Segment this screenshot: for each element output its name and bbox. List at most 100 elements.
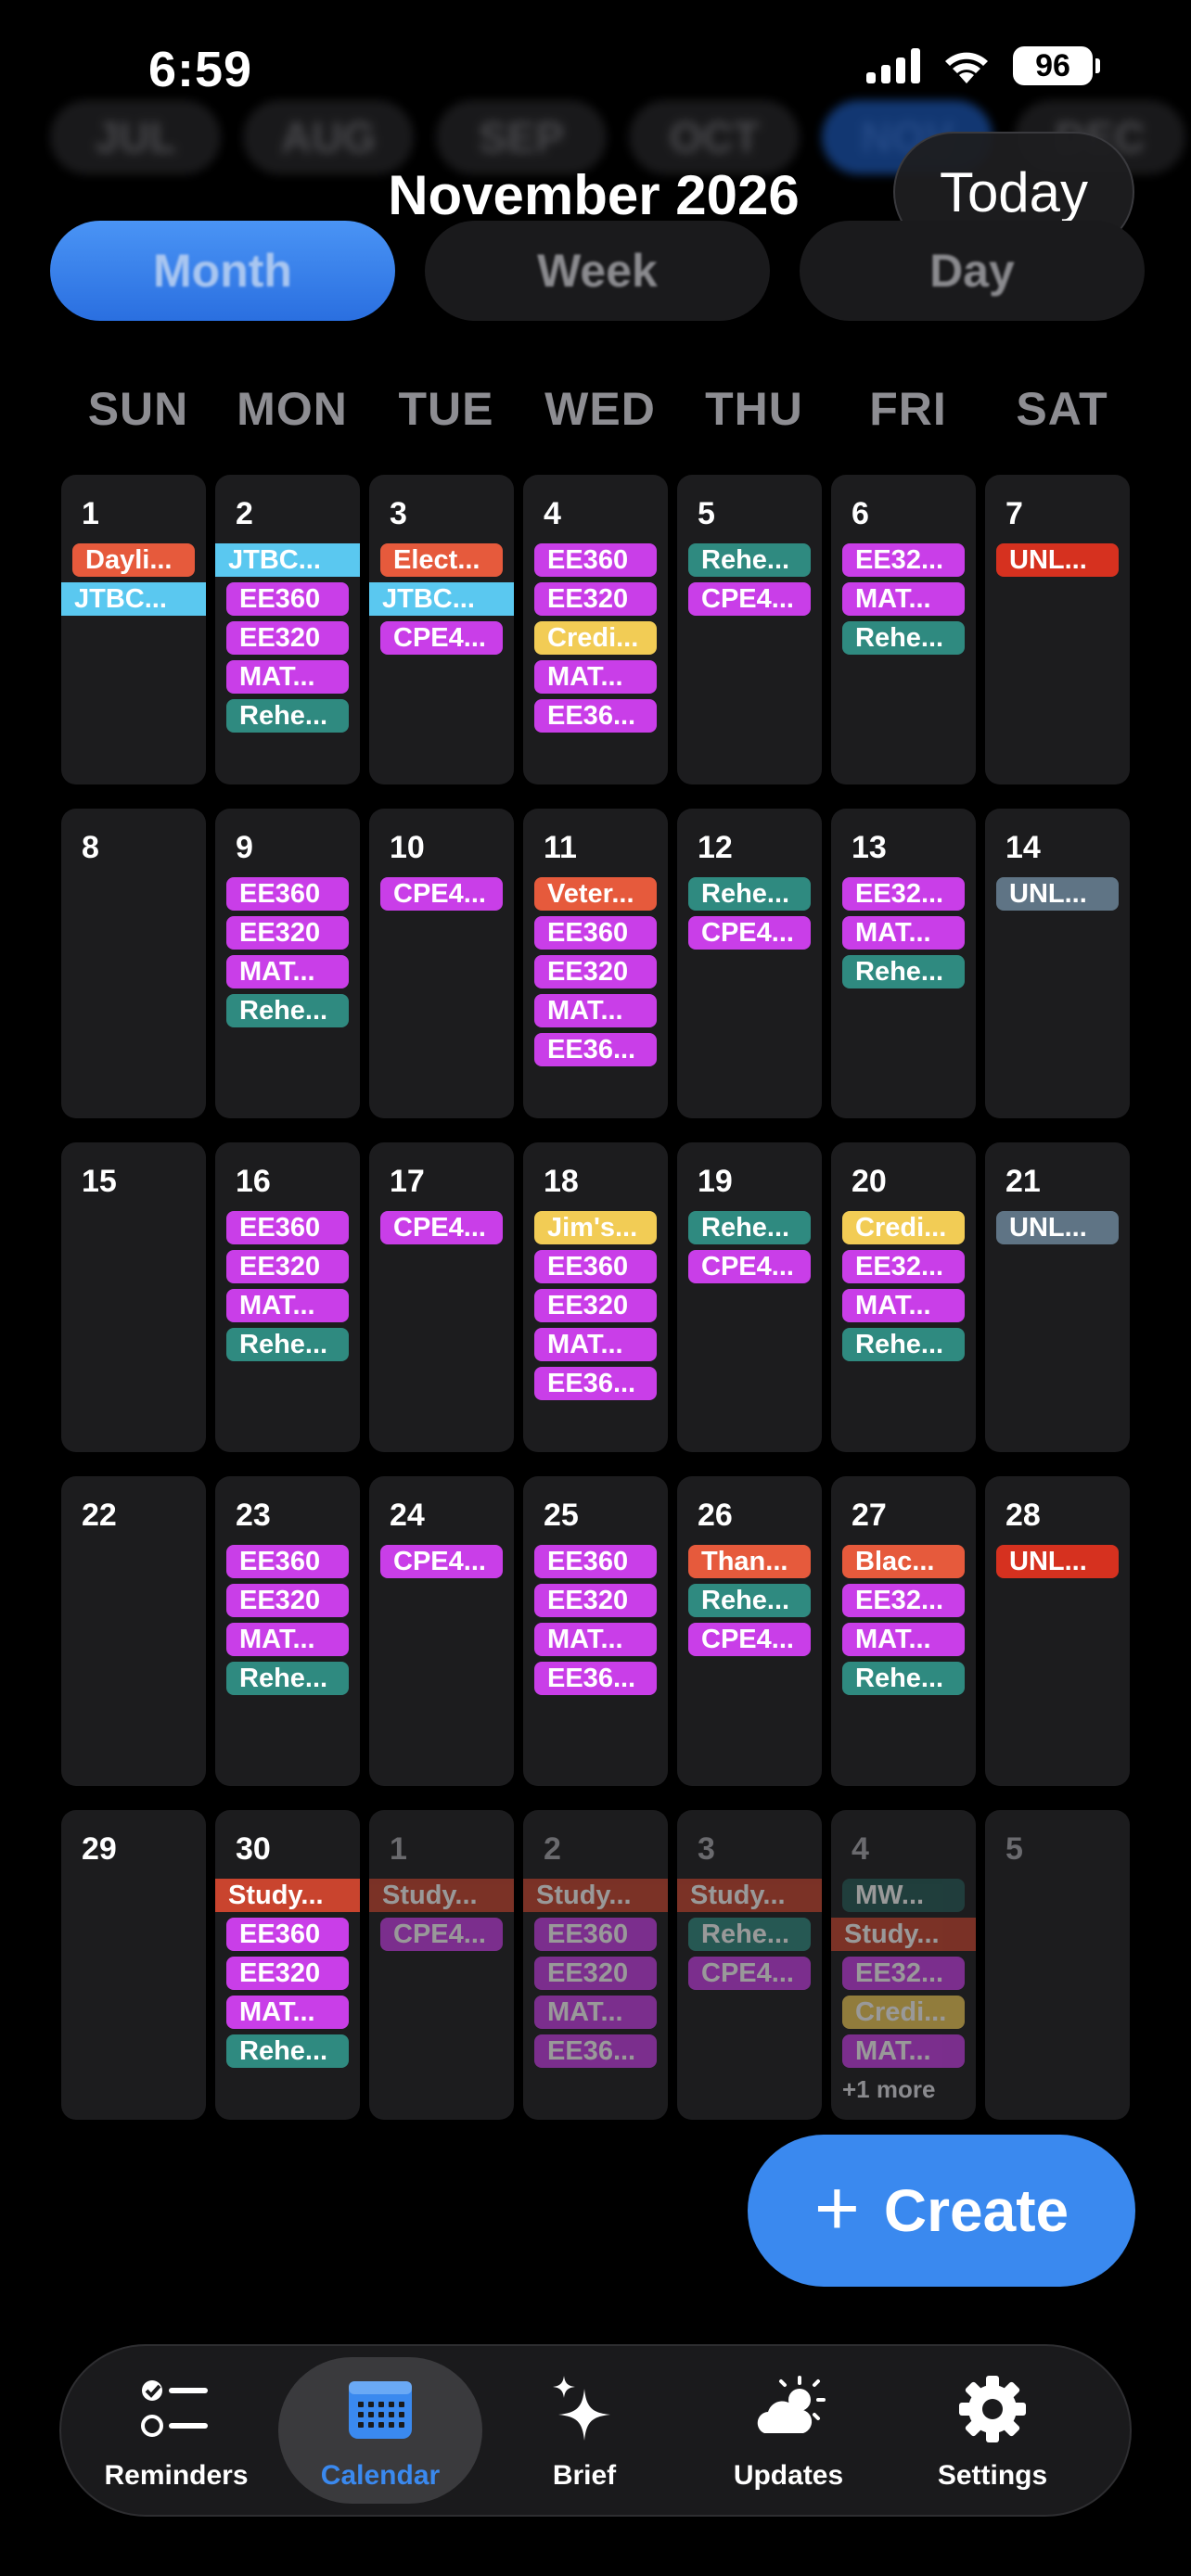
event-chip[interactable]: Study...	[369, 1879, 514, 1912]
event-chip[interactable]: Rehe...	[842, 621, 965, 655]
event-chip[interactable]: JTBC...	[61, 582, 206, 616]
day-cell[interactable]: 2 Study... EE360 EE320 MAT... EE36...	[523, 1810, 668, 2120]
event-chip[interactable]: CPE4...	[380, 1918, 503, 1951]
event-chip[interactable]: EE36...	[534, 1367, 657, 1400]
event-chip[interactable]: JTBC...	[215, 543, 360, 577]
event-chip[interactable]: Rehe...	[688, 543, 811, 577]
day-cell[interactable]: 15	[61, 1142, 206, 1452]
event-chip[interactable]: EE320	[534, 1289, 657, 1322]
event-chip[interactable]: CPE4...	[688, 916, 811, 950]
event-chip[interactable]: EE360	[534, 916, 657, 950]
day-cell[interactable]: 3 Study... Rehe... CPE4...	[677, 1810, 822, 2120]
event-chip[interactable]: EE320	[226, 1957, 349, 1990]
event-chip[interactable]: Study...	[831, 1918, 976, 1951]
event-chip[interactable]: Rehe...	[226, 2034, 349, 2068]
event-chip[interactable]: CPE4...	[688, 1623, 811, 1656]
event-chip[interactable]: EE32...	[842, 1957, 965, 1990]
event-chip[interactable]: UNL...	[996, 1545, 1119, 1578]
event-chip[interactable]: Rehe...	[226, 699, 349, 733]
event-chip[interactable]: EE360	[226, 1211, 349, 1244]
event-chip[interactable]: CPE4...	[380, 1211, 503, 1244]
day-cell[interactable]: 27 Blac... EE32... MAT... Rehe...	[831, 1476, 976, 1786]
event-chip[interactable]: EE320	[534, 955, 657, 988]
event-chip[interactable]: EE360	[226, 582, 349, 616]
day-cell[interactable]: 10 CPE4...	[369, 809, 514, 1118]
day-cell[interactable]: 11 Veter... EE360 EE320 MAT... EE36...	[523, 809, 668, 1118]
event-chip[interactable]: Credi...	[842, 1211, 965, 1244]
day-cell[interactable]: 30 Study... EE360 EE320 MAT... Rehe...	[215, 1810, 360, 2120]
day-cell[interactable]: 9 EE360 EE320 MAT... Rehe...	[215, 809, 360, 1118]
event-chip[interactable]: MAT...	[534, 660, 657, 694]
event-chip[interactable]: EE36...	[534, 699, 657, 733]
day-cell[interactable]: 7 UNL...	[985, 475, 1130, 784]
tab-brief[interactable]: Brief	[482, 2357, 686, 2504]
event-chip[interactable]: Study...	[215, 1879, 360, 1912]
event-chip[interactable]: Rehe...	[226, 994, 349, 1027]
event-chip[interactable]: EE320	[534, 1584, 657, 1617]
day-cell[interactable]: 1 Study... CPE4...	[369, 1810, 514, 2120]
more-events-link[interactable]: +1 more	[831, 2075, 976, 2104]
event-chip[interactable]: Dayli...	[72, 543, 195, 577]
event-chip[interactable]: CPE4...	[688, 1250, 811, 1283]
event-chip[interactable]: MAT...	[842, 1623, 965, 1656]
event-chip[interactable]: Rehe...	[842, 1328, 965, 1361]
tab-month[interactable]: Month	[50, 221, 395, 321]
event-chip[interactable]: EE32...	[842, 1584, 965, 1617]
event-chip[interactable]: Rehe...	[688, 1211, 811, 1244]
day-cell[interactable]: 4 EE360 EE320 Credi... MAT... EE36...	[523, 475, 668, 784]
event-chip[interactable]: MAT...	[226, 1623, 349, 1656]
event-chip[interactable]: Veter...	[534, 877, 657, 911]
day-cell[interactable]: 26 Than... Rehe... CPE4...	[677, 1476, 822, 1786]
event-chip[interactable]: Rehe...	[842, 955, 965, 988]
day-cell[interactable]: 5	[985, 1810, 1130, 2120]
tab-week[interactable]: Week	[425, 221, 770, 321]
event-chip[interactable]: Study...	[677, 1879, 822, 1912]
event-chip[interactable]: Rehe...	[226, 1662, 349, 1695]
event-chip[interactable]: Study...	[523, 1879, 668, 1912]
event-chip[interactable]: EE320	[226, 621, 349, 655]
day-cell[interactable]: 23 EE360 EE320 MAT... Rehe...	[215, 1476, 360, 1786]
event-chip[interactable]: EE32...	[842, 877, 965, 911]
event-chip[interactable]: Rehe...	[688, 877, 811, 911]
event-chip[interactable]: EE360	[534, 1545, 657, 1578]
event-chip[interactable]: Blac...	[842, 1545, 965, 1578]
day-cell[interactable]: 2 JTBC... EE360 EE320 MAT... Rehe...	[215, 475, 360, 784]
day-cell[interactable]: 17 CPE4...	[369, 1142, 514, 1452]
event-chip[interactable]: EE360	[226, 1545, 349, 1578]
day-cell[interactable]: 20 Credi... EE32... MAT... Rehe...	[831, 1142, 976, 1452]
event-chip[interactable]: EE36...	[534, 1033, 657, 1066]
event-chip[interactable]: Rehe...	[688, 1918, 811, 1951]
day-cell[interactable]: 29	[61, 1810, 206, 2120]
day-cell[interactable]: 21 UNL...	[985, 1142, 1130, 1452]
tab-day[interactable]: Day	[800, 221, 1145, 321]
event-chip[interactable]: Elect...	[380, 543, 503, 577]
day-cell[interactable]: 16 EE360 EE320 MAT... Rehe...	[215, 1142, 360, 1452]
day-cell[interactable]: 13 EE32... MAT... Rehe...	[831, 809, 976, 1118]
event-chip[interactable]: CPE4...	[688, 582, 811, 616]
day-cell[interactable]: 28 UNL...	[985, 1476, 1130, 1786]
event-chip[interactable]: EE360	[534, 1918, 657, 1951]
event-chip[interactable]: MAT...	[226, 955, 349, 988]
day-cell[interactable]: 19 Rehe... CPE4...	[677, 1142, 822, 1452]
event-chip[interactable]: MW...	[842, 1879, 965, 1912]
day-cell[interactable]: 4 MW... Study... EE32... Credi... MAT... +1 mo…	[831, 1810, 976, 2120]
event-chip[interactable]: EE360	[226, 1918, 349, 1951]
event-chip[interactable]: EE320	[226, 1250, 349, 1283]
event-chip[interactable]: Credi...	[534, 621, 657, 655]
tab-calendar[interactable]: Calendar	[278, 2357, 482, 2504]
event-chip[interactable]: MAT...	[842, 582, 965, 616]
day-cell[interactable]: 12 Rehe... CPE4...	[677, 809, 822, 1118]
day-cell[interactable]: 5 Rehe... CPE4...	[677, 475, 822, 784]
event-chip[interactable]: MAT...	[534, 1996, 657, 2029]
event-chip[interactable]: Rehe...	[842, 1662, 965, 1695]
event-chip[interactable]: UNL...	[996, 543, 1119, 577]
event-chip[interactable]: MAT...	[534, 994, 657, 1027]
event-chip[interactable]: Rehe...	[226, 1328, 349, 1361]
event-chip[interactable]: EE32...	[842, 543, 965, 577]
day-cell[interactable]: 6 EE32... MAT... Rehe...	[831, 475, 976, 784]
event-chip[interactable]: CPE4...	[380, 621, 503, 655]
day-cell[interactable]: 1 Dayli... JTBC...	[61, 475, 206, 784]
event-chip[interactable]: UNL...	[996, 877, 1119, 911]
event-chip[interactable]: Than...	[688, 1545, 811, 1578]
tab-reminders[interactable]: Reminders	[74, 2357, 278, 2504]
